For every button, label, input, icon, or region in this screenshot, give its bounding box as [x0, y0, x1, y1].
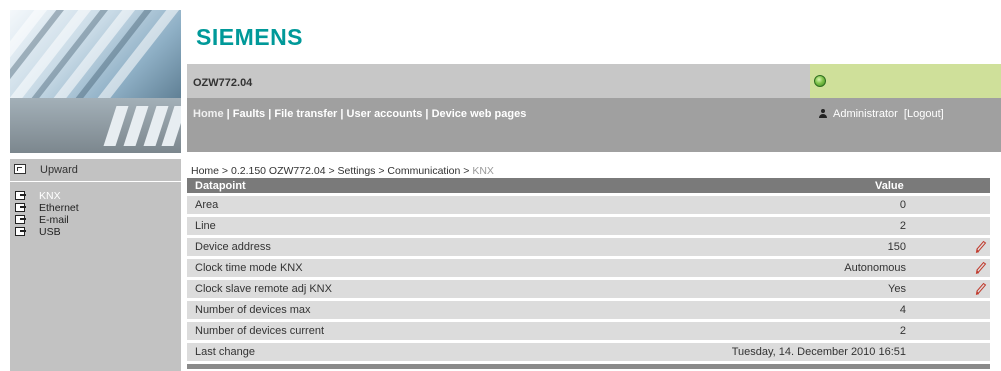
sidebar-item-knx[interactable]: KNX: [10, 190, 181, 202]
datapoint-name: Device address: [195, 241, 271, 253]
datapoint-value: 0: [899, 199, 906, 211]
datapoint-name: Number of devices current: [195, 325, 324, 337]
pencil-icon[interactable]: [975, 282, 987, 295]
table-row: Last change Tuesday, 14. December 2010 16…: [187, 343, 990, 361]
device-bar: OZW772.04: [187, 64, 1001, 98]
sidebar-item-email[interactable]: E-mail: [10, 214, 181, 226]
nav-home-link[interactable]: Home: [193, 108, 224, 120]
table-row: Number of devices current 2: [187, 322, 990, 340]
nav-faults-link[interactable]: Faults: [233, 108, 265, 120]
status-area: [810, 64, 1001, 98]
user-name: Administrator: [833, 108, 898, 120]
upward-icon: [14, 164, 26, 174]
sidebar-item-label: USB: [39, 226, 61, 238]
nav-file-transfer-link[interactable]: File transfer: [274, 108, 337, 120]
nav-device-web-pages-link[interactable]: Device web pages: [432, 108, 527, 120]
table-row: Clock time mode KNX Autonomous: [187, 259, 990, 277]
nav-separator: |: [337, 108, 347, 120]
sidebar-item-usb[interactable]: USB: [10, 226, 181, 238]
nav-bar: Home | Faults | File transfer | User acc…: [187, 98, 1001, 152]
nav-arrow-icon: [15, 191, 26, 200]
datapoint-name: Last change: [195, 346, 255, 358]
column-header-value: Value: [875, 180, 904, 192]
main-nav: Home | Faults | File transfer | User acc…: [193, 108, 526, 120]
sidebar-upward[interactable]: Upward: [10, 159, 181, 182]
breadcrumb-path[interactable]: Home > 0.2.150 OZW772.04 > Settings > Co…: [191, 165, 472, 177]
table-body: Area 0 Line 2 Device address 150 Clock time mo…: [187, 196, 990, 361]
sidebar-upward-label: Upward: [40, 164, 78, 176]
sidebar-item-label: KNX: [39, 190, 61, 202]
sidebar-list: KNX Ethernet E-mail USB: [10, 190, 181, 238]
logout-link[interactable]: [Logout]: [904, 108, 944, 120]
siemens-logo: SIEMENS: [196, 24, 304, 50]
datapoint-value: 4: [899, 304, 906, 316]
datapoint-name: Clock time mode KNX: [195, 262, 303, 274]
breadcrumb-current: KNX: [472, 165, 494, 177]
datapoint-value: Yes: [888, 283, 906, 295]
datapoint-value: 2: [899, 220, 906, 232]
table-row: Area 0: [187, 196, 990, 214]
datapoint-name: Line: [195, 220, 216, 232]
datapoint-value: Autonomous: [844, 262, 906, 274]
table-row: Clock slave remote adj KNX Yes: [187, 280, 990, 298]
nav-arrow-icon: [15, 227, 26, 236]
pencil-icon[interactable]: [975, 240, 987, 253]
datapoint-name: Area: [195, 199, 219, 211]
datapoint-name: Number of devices max: [195, 304, 311, 316]
breadcrumb: Home > 0.2.150 OZW772.04 > Settings > Co…: [191, 165, 494, 177]
table-row: Line 2: [187, 217, 990, 235]
nav-separator: |: [422, 108, 432, 120]
datapoint-value: 2: [899, 325, 906, 337]
column-header-datapoint: Datapoint: [195, 180, 246, 192]
pencil-icon[interactable]: [975, 261, 987, 274]
datapoint-value: 150: [887, 241, 906, 253]
table-footer: [187, 364, 990, 369]
sidebar-item-label: E-mail: [39, 214, 69, 226]
datapoint-table: Datapoint Value Area 0 Line 2 Device address…: [187, 178, 990, 369]
sidebar: Upward KNX Ethernet E-mail USB: [10, 159, 181, 371]
user-area: Administrator [Logout]: [819, 108, 944, 120]
table-header: Datapoint Value: [187, 178, 990, 193]
status-ok-icon: [814, 75, 826, 87]
nav-arrow-icon: [15, 215, 26, 224]
sidebar-item-ethernet[interactable]: Ethernet: [10, 202, 181, 214]
sidebar-item-label: Ethernet: [39, 202, 79, 214]
user-icon: [819, 109, 827, 118]
nav-user-accounts-link[interactable]: User accounts: [347, 108, 423, 120]
header-banner-image: [10, 10, 181, 153]
nav-arrow-icon: [15, 203, 26, 212]
table-row: Device address 150: [187, 238, 990, 256]
table-row: Number of devices max 4: [187, 301, 990, 319]
datapoint-name: Clock slave remote adj KNX: [195, 283, 332, 295]
device-name: OZW772.04: [193, 77, 253, 89]
nav-separator: |: [223, 108, 233, 120]
nav-separator: |: [265, 108, 275, 120]
datapoint-value: Tuesday, 14. December 2010 16:51: [731, 346, 906, 358]
